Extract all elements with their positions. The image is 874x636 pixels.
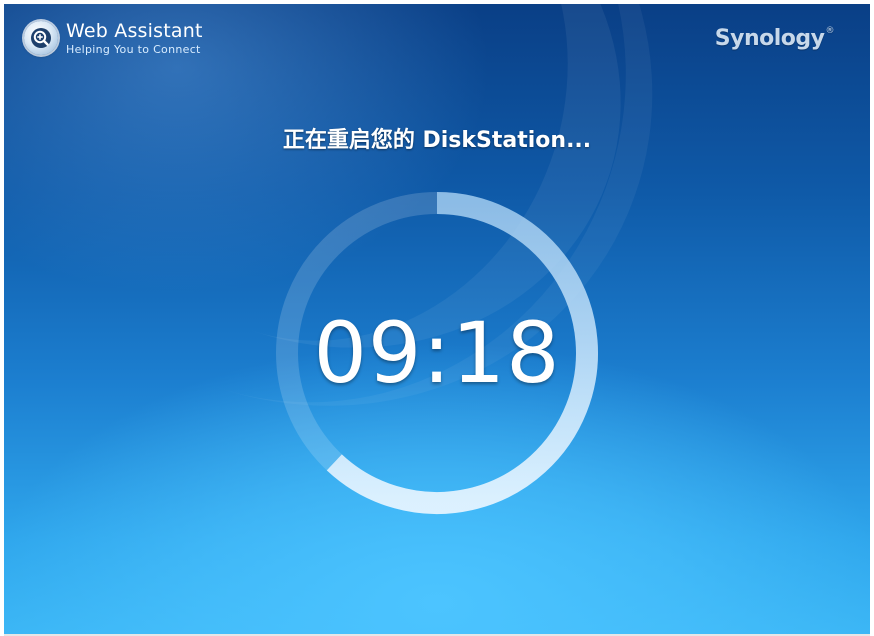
web-assistant-logo: Web Assistant Helping You to Connect xyxy=(24,21,203,55)
registered-mark: ® xyxy=(825,26,835,36)
app-subtitle: Helping You to Connect xyxy=(66,42,201,56)
brand-name: Synology xyxy=(714,26,825,51)
countdown-timer: 09:18 xyxy=(313,304,561,402)
magnifier-plus-icon xyxy=(24,21,58,55)
synology-logo: Synology® xyxy=(714,26,835,51)
restart-status-message: 正在重启您的 DiskStation... xyxy=(282,128,592,153)
web-assistant-screen: Web Assistant Helping You to Connect Syn… xyxy=(0,0,874,636)
app-title: Web Assistant xyxy=(66,19,203,42)
